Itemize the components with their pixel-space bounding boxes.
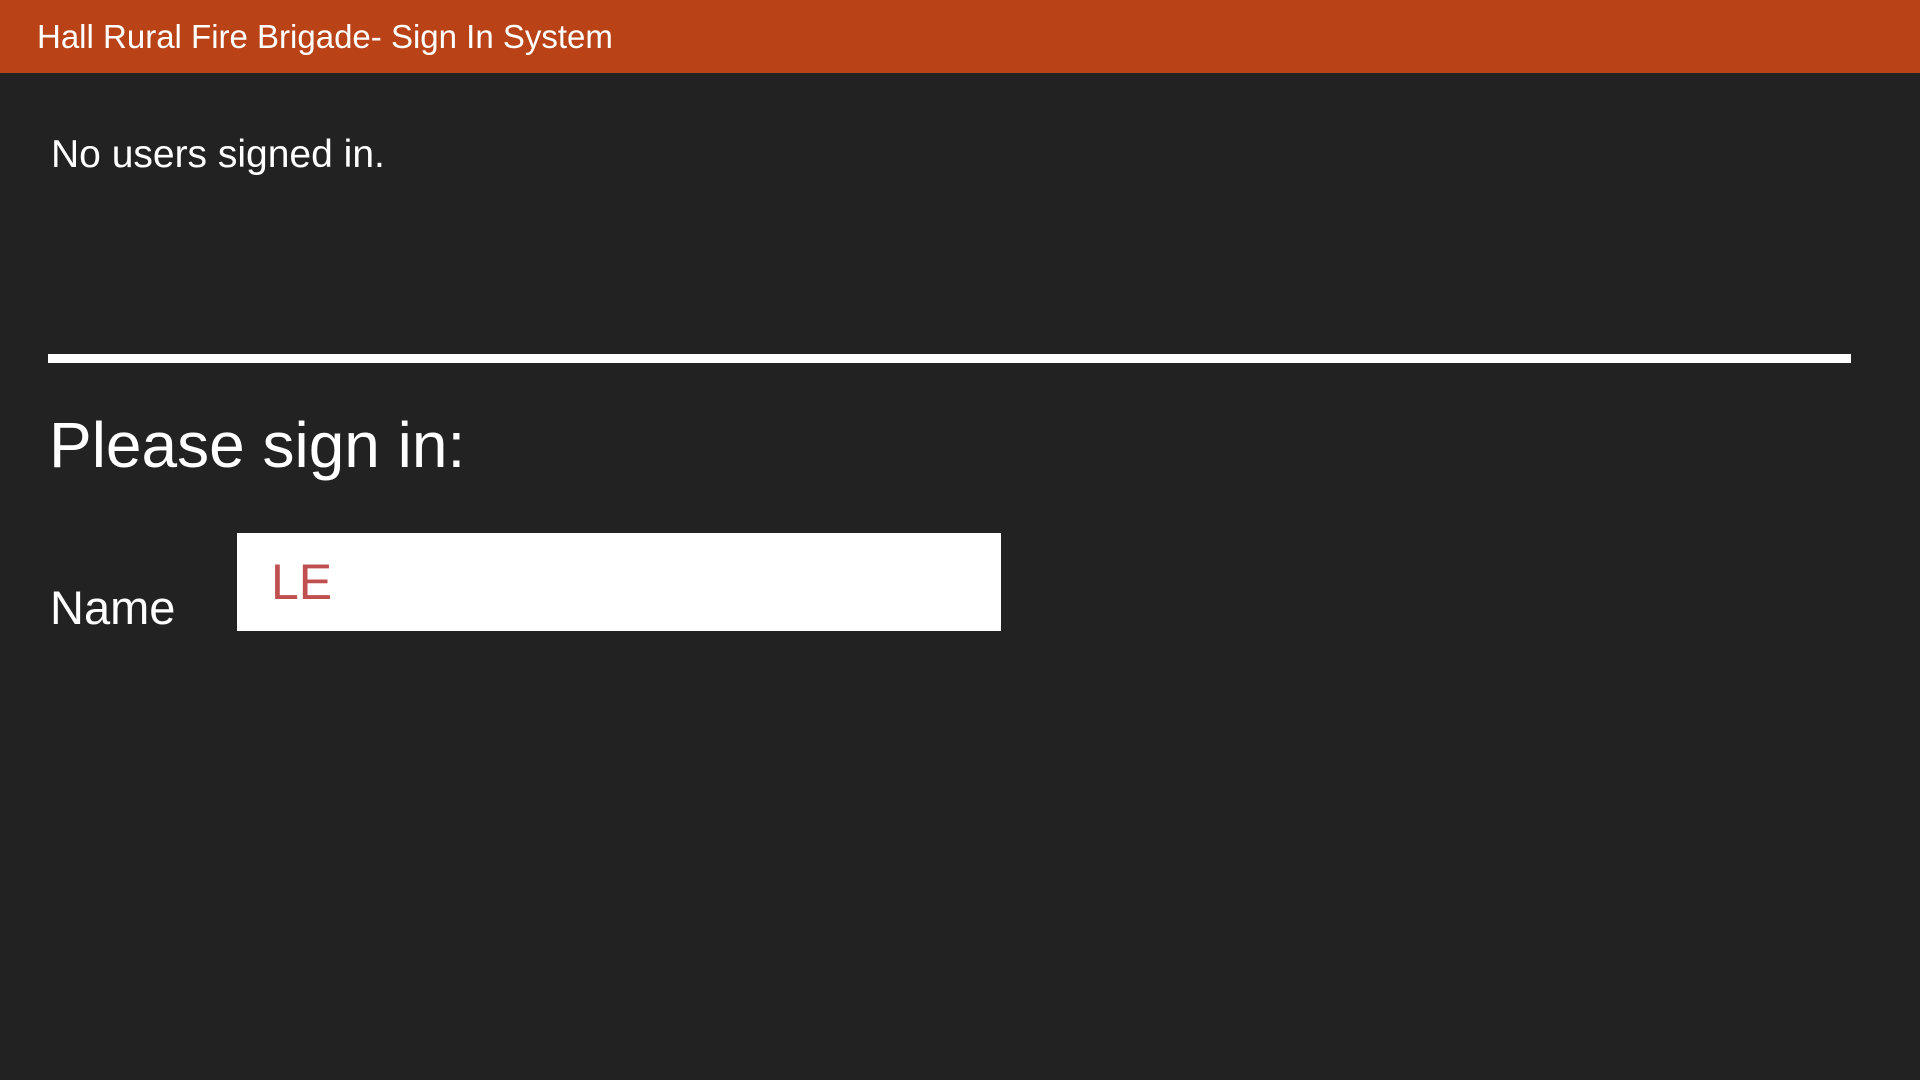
section-divider — [48, 354, 1851, 363]
name-input[interactable] — [237, 533, 1001, 631]
title-bar: Hall Rural Fire Brigade- Sign In System — [0, 0, 1920, 73]
name-label: Name — [50, 581, 176, 634]
signed-in-users-status: No users signed in. — [51, 133, 385, 176]
sign-in-app: Hall Rural Fire Brigade- Sign In System … — [0, 0, 1920, 1080]
sign-in-heading: Please sign in: — [49, 409, 466, 481]
app-title: Hall Rural Fire Brigade- Sign In System — [37, 17, 613, 55]
